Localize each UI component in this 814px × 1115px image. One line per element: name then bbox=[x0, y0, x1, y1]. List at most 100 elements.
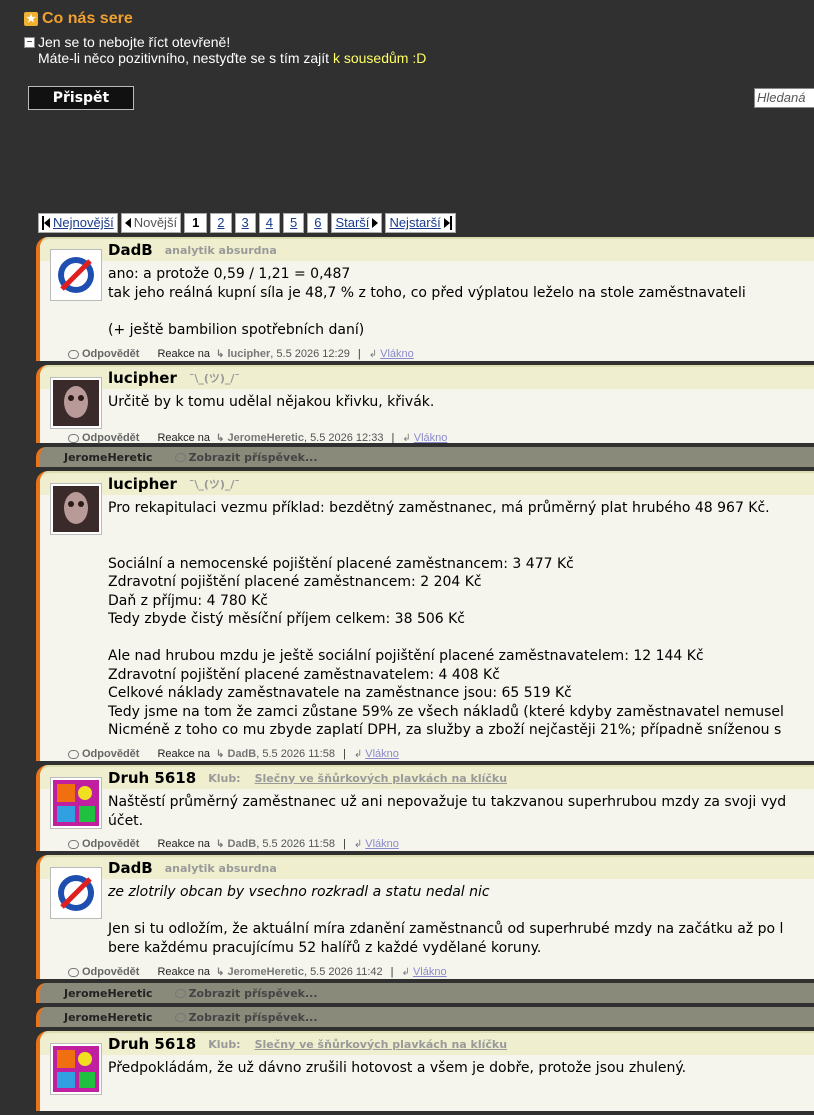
thread-link[interactable]: Vlákno bbox=[413, 966, 447, 978]
reply-link[interactable]: Odpovědět bbox=[68, 348, 139, 360]
post-author[interactable]: Druh 5618 bbox=[108, 1035, 196, 1053]
reply-to-name: JeromeHeretic bbox=[227, 432, 304, 444]
reacts-to-label: Reakce na bbox=[157, 432, 211, 444]
page-newest-label: Nejnovější bbox=[53, 215, 114, 230]
avatar[interactable] bbox=[50, 483, 102, 535]
show-post-label: Zobrazit příspěvek... bbox=[188, 450, 318, 464]
hidden-post-author[interactable]: JeromeHeretic bbox=[64, 987, 153, 1000]
post-footer: Odpovědět Reakce na ↳ DadB , 5.5 2026 11… bbox=[40, 745, 814, 763]
star-icon[interactable]: ★ bbox=[24, 12, 38, 26]
reply-to-author[interactable]: ↳ lucipher bbox=[216, 348, 270, 360]
reply-bubble-icon bbox=[68, 967, 79, 977]
description-line-2: Máte-li něco pozitivního, nestyďte se s … bbox=[38, 50, 333, 66]
post-date: , 5.5 2026 12:29 bbox=[270, 348, 350, 360]
reply-bubble-icon bbox=[68, 349, 79, 359]
post-date-value: 5.5 2026 11:58 bbox=[262, 838, 335, 850]
reply-arrow-icon: ↳ bbox=[216, 749, 225, 760]
post-date-value: 5.5 2026 12:33 bbox=[310, 432, 384, 444]
separator: | bbox=[357, 348, 361, 360]
post-header: lucipher ¯\_(ツ)_/¯ bbox=[40, 365, 814, 389]
avatar[interactable] bbox=[50, 867, 102, 919]
show-bubble-icon bbox=[174, 452, 186, 462]
reply-label: Odpovědět bbox=[82, 838, 140, 850]
reply-label: Odpovědět bbox=[82, 432, 140, 444]
face-avatar-icon bbox=[53, 486, 99, 532]
reacts-to-label: Reakce na bbox=[157, 748, 211, 760]
author-tagline: ¯\_(ツ)_/¯ bbox=[188, 478, 240, 491]
reply-arrow-icon: ↳ bbox=[216, 349, 225, 360]
forum-title: Co nás sere bbox=[42, 10, 133, 27]
show-bubble-icon bbox=[174, 1012, 186, 1022]
show-post-link[interactable]: Zobrazit příspěvek... bbox=[174, 450, 318, 464]
thread-link[interactable]: Vlákno bbox=[380, 348, 414, 360]
page-link-2[interactable]: 2 bbox=[210, 213, 232, 233]
separator: | bbox=[342, 748, 346, 760]
avatar[interactable] bbox=[50, 1043, 102, 1095]
page-newer-label: Novější bbox=[133, 215, 178, 230]
avatar[interactable] bbox=[50, 377, 102, 429]
post-button[interactable]: Přispět bbox=[28, 86, 134, 110]
post-author[interactable]: lucipher bbox=[108, 369, 177, 387]
description-line-1: Jen se to nebojte říct otevřeně! bbox=[38, 34, 231, 50]
reply-link[interactable]: Odpovědět bbox=[68, 748, 139, 760]
show-post-link[interactable]: Zobrazit příspěvek... bbox=[174, 1010, 318, 1024]
page-newer-link[interactable]: Novější bbox=[120, 213, 182, 233]
post-author[interactable]: Druh 5618 bbox=[108, 769, 196, 787]
post-date: , 5.5 2026 11:58 bbox=[256, 748, 335, 760]
post-header: DadB analytik absurdna bbox=[40, 237, 814, 261]
reply-to-author[interactable]: ↳ JeromeHeretic bbox=[216, 432, 304, 444]
hidden-post-author[interactable]: JeromeHeretic bbox=[64, 1011, 153, 1024]
thread-link[interactable]: Vlákno bbox=[414, 432, 448, 444]
page-oldest-label: Nejstarší bbox=[389, 215, 441, 230]
page-oldest-link[interactable]: Nejstarší bbox=[385, 213, 456, 233]
reply-to-name: DadB bbox=[227, 748, 257, 760]
post: DadB analytik absurdna ano: a protože 0,… bbox=[36, 237, 814, 361]
post-author[interactable]: DadB bbox=[108, 241, 153, 259]
search-input[interactable]: Hledaná bbox=[754, 88, 814, 108]
reply-label: Odpovědět bbox=[82, 966, 140, 978]
post-header: lucipher ¯\_(ツ)_/¯ bbox=[40, 471, 814, 495]
reply-to-author[interactable]: ↳ JeromeHeretic bbox=[216, 966, 304, 978]
post-date-value: 5.5 2026 11:42 bbox=[310, 966, 383, 978]
page-older-link[interactable]: Starší bbox=[331, 213, 383, 233]
reply-arrow-icon: ↳ bbox=[216, 967, 225, 978]
reply-to-author[interactable]: ↳ DadB bbox=[216, 838, 256, 850]
reply-link[interactable]: Odpovědět bbox=[68, 966, 139, 978]
post-body: Pro rekapitulaci vezmu příklad: bezdětný… bbox=[108, 500, 784, 738]
colorful-avatar-icon bbox=[53, 780, 99, 826]
bar-icon bbox=[449, 216, 452, 230]
reply-to-author[interactable]: ↳ DadB bbox=[216, 748, 256, 760]
post-author[interactable]: DadB bbox=[108, 859, 153, 877]
reply-link[interactable]: Odpovědět bbox=[68, 838, 139, 850]
hidden-post-author[interactable]: JeromeHeretic bbox=[64, 451, 153, 464]
page-link-6[interactable]: 6 bbox=[307, 213, 329, 233]
avatar[interactable] bbox=[50, 249, 102, 301]
post-author[interactable]: lucipher bbox=[108, 475, 177, 493]
author-tagline: analytik absurdna bbox=[164, 243, 277, 257]
page-older-label: Starší bbox=[335, 215, 370, 230]
klub-label: Klub: bbox=[208, 1037, 241, 1051]
klub-link[interactable]: Slečny ve šňůrkových plavkách na klíčku bbox=[255, 772, 507, 785]
klub-link[interactable]: Slečny ve šňůrkových plavkách na klíčku bbox=[255, 1038, 507, 1051]
collapse-icon[interactable]: − bbox=[24, 37, 35, 48]
page-link-4[interactable]: 4 bbox=[258, 213, 280, 233]
thread-link[interactable]: Vlákno bbox=[365, 838, 399, 850]
neighbors-link[interactable]: k sousedům :D bbox=[333, 50, 426, 66]
show-post-label: Zobrazit příspěvek... bbox=[188, 1010, 318, 1024]
show-bubble-icon bbox=[174, 988, 186, 998]
page-newest-link[interactable]: Nejnovější bbox=[38, 213, 118, 233]
post-footer: Odpovědět Reakce na ↳ JeromeHeretic , 5.… bbox=[40, 429, 814, 447]
quoted-text: ze zlotrily obcan by vsechno rozkradl a … bbox=[108, 884, 490, 900]
reacts-to-label: Reakce na bbox=[157, 348, 211, 360]
post: lucipher ¯\_(ツ)_/¯ Určitě by k tomu uděl… bbox=[36, 365, 814, 444]
reply-link[interactable]: Odpovědět bbox=[68, 432, 139, 444]
reply-bubble-icon bbox=[68, 749, 79, 759]
reply-arrow-icon: ↳ bbox=[216, 433, 225, 444]
show-post-link[interactable]: Zobrazit příspěvek... bbox=[174, 987, 318, 1000]
thread-link[interactable]: Vlákno bbox=[365, 748, 399, 760]
reply-bubble-icon bbox=[68, 839, 79, 849]
author-tagline: analytik absurdna bbox=[164, 861, 277, 875]
page-link-3[interactable]: 3 bbox=[234, 213, 256, 233]
page-link-5[interactable]: 5 bbox=[283, 213, 305, 233]
avatar[interactable] bbox=[50, 777, 102, 829]
